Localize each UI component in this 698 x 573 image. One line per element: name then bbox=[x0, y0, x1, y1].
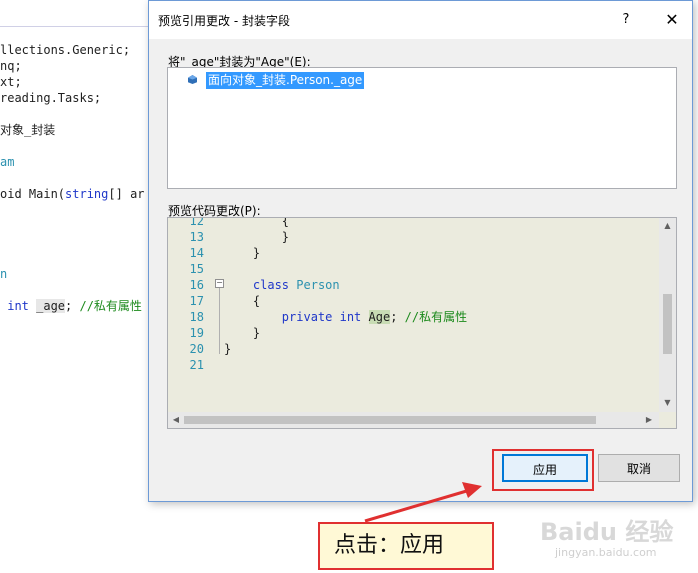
horizontal-scroll-thumb[interactable] bbox=[184, 416, 596, 424]
editor-code-line: 对象_封装 bbox=[0, 122, 55, 138]
line-number: 21 bbox=[189, 358, 204, 372]
code-token: ; bbox=[390, 310, 405, 324]
code-token: [] ar bbox=[108, 187, 145, 201]
scroll-up-icon[interactable]: ▲ bbox=[663, 221, 672, 231]
vertical-scroll-thumb[interactable] bbox=[663, 294, 672, 354]
code-token: _age bbox=[36, 299, 66, 313]
code-token: 对象_封装 bbox=[0, 123, 56, 137]
line-number: 12 bbox=[189, 217, 204, 228]
code-token: nq; bbox=[0, 59, 22, 73]
code-token: //私有属性 bbox=[404, 310, 468, 324]
preview-code-line: } bbox=[224, 325, 260, 341]
code-token: int bbox=[0, 299, 37, 313]
close-button[interactable]: ✕ bbox=[657, 7, 687, 33]
preview-code-line: { bbox=[224, 293, 260, 309]
help-button[interactable]: ? bbox=[614, 7, 638, 33]
code-token: n bbox=[0, 267, 8, 281]
preview-code-line: { bbox=[224, 217, 290, 229]
code-token: { bbox=[224, 294, 261, 308]
code-token: llections.Generic; bbox=[0, 43, 131, 57]
code-token: class bbox=[252, 278, 290, 292]
tree-item-person-age[interactable]: 面向对象_封装.Person._age bbox=[206, 72, 365, 89]
code-token: oid Main( bbox=[0, 187, 66, 201]
cancel-button[interactable]: 取消 bbox=[598, 454, 680, 482]
preview-code-line: class Person bbox=[224, 277, 340, 293]
line-number: 18 bbox=[189, 310, 204, 324]
code-token: } bbox=[224, 326, 261, 340]
editor-code-line: n bbox=[0, 266, 7, 282]
code-preview[interactable]: 12 {13 } 14 } 15 16 class Person 17 {18 priv… bbox=[167, 217, 677, 429]
background-code-editor: llections.Generic; nq; xt; reading.Tasks; 对象… bbox=[0, 0, 160, 573]
line-number: 15 bbox=[189, 262, 204, 276]
line-number: 20 bbox=[189, 342, 204, 356]
collapse-toggle-icon[interactable]: − bbox=[215, 279, 224, 288]
editor-code-line: oid Main(string[] ar bbox=[0, 186, 145, 202]
line-number: 14 bbox=[189, 246, 204, 260]
code-token: Age bbox=[368, 310, 391, 324]
line-number: 19 bbox=[189, 326, 204, 340]
code-token: ; bbox=[65, 299, 80, 313]
preview-changes-dialog: 预览引用更改 - 封装字段 ? ✕ 将"_age"封装为"Age"(E): 面向… bbox=[148, 0, 693, 502]
editor-code-line: nq; bbox=[0, 58, 22, 74]
line-number: 13 bbox=[189, 230, 204, 244]
code-token: private bbox=[281, 310, 333, 324]
code-token: string bbox=[65, 187, 109, 201]
code-token: Person bbox=[296, 278, 340, 292]
code-token: //私有属性 bbox=[79, 299, 142, 313]
preview-code-line: } bbox=[224, 245, 260, 261]
code-token: } bbox=[224, 230, 290, 244]
vertical-scrollbar[interactable]: ▲ ▼ bbox=[659, 218, 676, 412]
watermark-url: jingyan.baidu.com bbox=[555, 546, 657, 559]
line-number: 17 bbox=[189, 294, 204, 308]
watermark-logo: Baidu 经验 bbox=[540, 518, 674, 546]
code-token: } bbox=[224, 342, 232, 356]
code-token: } bbox=[224, 246, 261, 260]
dialog-title: 预览引用更改 - 封装字段 bbox=[158, 14, 290, 28]
horizontal-scrollbar[interactable]: ◀ ▶ bbox=[168, 412, 659, 428]
fold-guide bbox=[219, 288, 220, 354]
editor-tab-divider bbox=[0, 26, 160, 27]
editor-code-line: am bbox=[0, 154, 14, 170]
field-icon bbox=[188, 75, 197, 84]
code-token: xt; bbox=[0, 75, 22, 89]
apply-button[interactable]: 应用 bbox=[502, 454, 588, 482]
reference-tree[interactable]: 面向对象_封装.Person._age bbox=[167, 67, 677, 189]
editor-code-line: reading.Tasks; bbox=[0, 90, 101, 106]
editor-code-line: llections.Generic; bbox=[0, 42, 130, 58]
code-token: reading.Tasks; bbox=[0, 91, 102, 105]
scroll-right-icon[interactable]: ▶ bbox=[644, 415, 654, 425]
scroll-left-icon[interactable]: ◀ bbox=[171, 415, 181, 425]
scroll-down-icon[interactable]: ▼ bbox=[663, 398, 672, 408]
annotation-callout: 点击：应用 bbox=[318, 522, 494, 570]
preview-code-line: } bbox=[224, 229, 289, 245]
code-token: int bbox=[339, 310, 362, 324]
editor-code-line: xt; bbox=[0, 74, 22, 90]
dialog-titlebar[interactable]: 预览引用更改 - 封装字段 ? ✕ bbox=[149, 1, 692, 39]
code-token: { bbox=[224, 217, 290, 228]
preview-code-line: private int Age; //私有属性 bbox=[224, 309, 467, 325]
line-number: 16 bbox=[189, 278, 204, 292]
code-token: am bbox=[0, 155, 15, 169]
preview-code-line: } bbox=[224, 341, 231, 357]
editor-code-line: int _age; //私有属性 bbox=[0, 298, 142, 314]
